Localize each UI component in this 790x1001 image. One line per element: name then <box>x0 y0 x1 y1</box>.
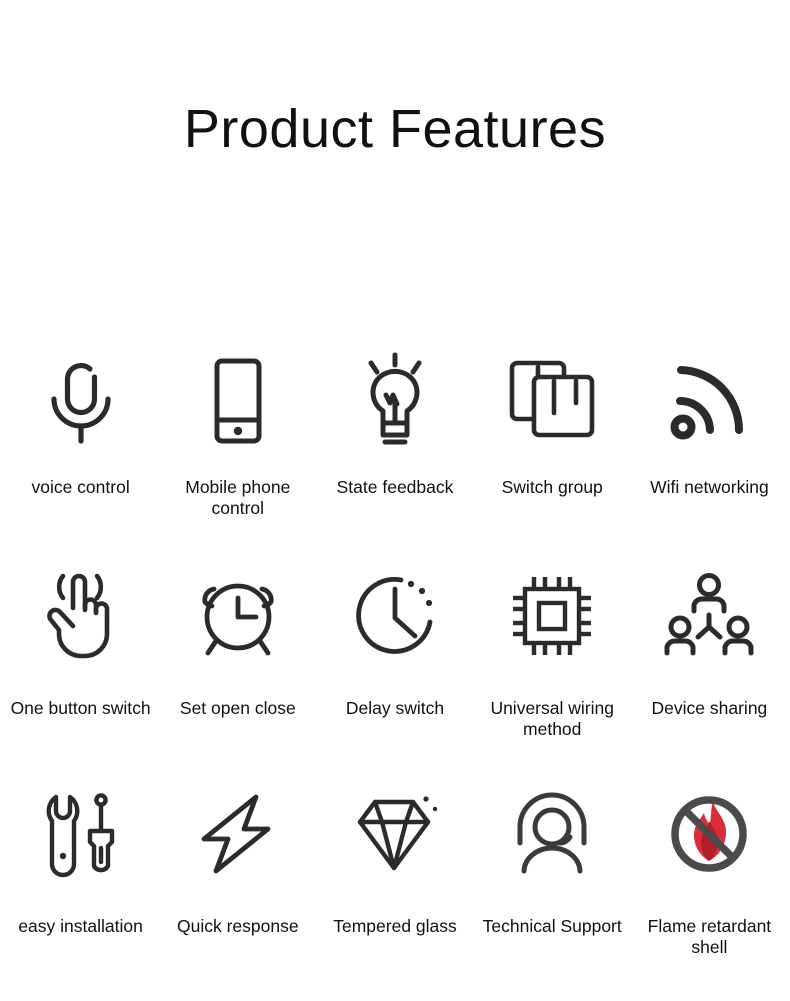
feature-item-tempered-glass: Tempered glass <box>316 780 473 937</box>
no-flame-icon <box>666 780 752 888</box>
lightning-bolt-icon <box>198 780 278 888</box>
features-row-2: One button switch Set open close Delay s… <box>0 560 790 780</box>
feature-label: Tempered glass <box>333 916 457 936</box>
features-grid: voice control Mobile phone control State… <box>0 345 790 980</box>
feature-label: Set open close <box>179 698 296 718</box>
product-features-page: Product Features voice control Mobile ph… <box>0 0 790 1001</box>
feature-item-switch-group: Switch group <box>474 345 631 498</box>
switch-group-icon <box>504 345 600 457</box>
feature-label: Switch group <box>501 477 603 497</box>
alarm-clock-icon <box>194 560 282 672</box>
feature-label: Mobile phone control <box>185 477 291 518</box>
feature-label: Flame retardant shell <box>647 916 772 957</box>
feature-label: easy installation <box>18 916 143 936</box>
features-row-3: easy installation Quick response Tempere… <box>0 780 790 980</box>
feature-item-one-button-switch: One button switch <box>2 560 159 719</box>
feature-item-set-open-close: Set open close <box>159 560 316 719</box>
feature-item-flame-retardant-shell: Flame retardant shell <box>631 780 788 958</box>
hand-tap-icon <box>41 560 121 672</box>
features-row-1: voice control Mobile phone control State… <box>0 345 790 560</box>
smartphone-icon <box>205 345 271 457</box>
feature-item-mobile-phone-control: Mobile phone control <box>159 345 316 519</box>
feature-label: voice control <box>31 477 130 497</box>
feature-label: Delay switch <box>345 698 445 718</box>
wrench-screwdriver-icon <box>40 780 122 888</box>
feature-item-universal-wiring-method: Universal wiring method <box>474 560 631 740</box>
feature-label: State feedback <box>336 477 454 497</box>
chip-icon <box>507 560 597 672</box>
feature-item-wifi-networking: Wifi networking <box>631 345 788 498</box>
headset-support-icon <box>510 780 594 888</box>
feature-label: Device sharing <box>651 698 768 718</box>
feature-label: Quick response <box>177 916 299 936</box>
feature-item-delay-switch: Delay switch <box>316 560 473 719</box>
feature-label: Wifi networking <box>650 477 769 497</box>
feature-item-state-feedback: State feedback <box>316 345 473 498</box>
delay-clock-icon <box>351 560 439 672</box>
device-sharing-icon <box>663 560 755 672</box>
lightbulb-icon <box>357 345 433 457</box>
feature-label: Universal wiring method <box>490 698 614 739</box>
feature-item-easy-installation: easy installation <box>2 780 159 937</box>
feature-item-technical-support: Technical Support <box>474 780 631 937</box>
page-title: Product Features <box>183 99 607 159</box>
feature-item-device-sharing: Device sharing <box>631 560 788 719</box>
feature-label: Technical Support <box>482 916 622 936</box>
feature-item-quick-response: Quick response <box>159 780 316 937</box>
feature-label: One button switch <box>10 698 151 718</box>
feature-item-voice-control: voice control <box>2 345 159 498</box>
microphone-icon <box>45 345 117 457</box>
wifi-icon <box>667 345 751 457</box>
diamond-icon <box>350 780 440 888</box>
